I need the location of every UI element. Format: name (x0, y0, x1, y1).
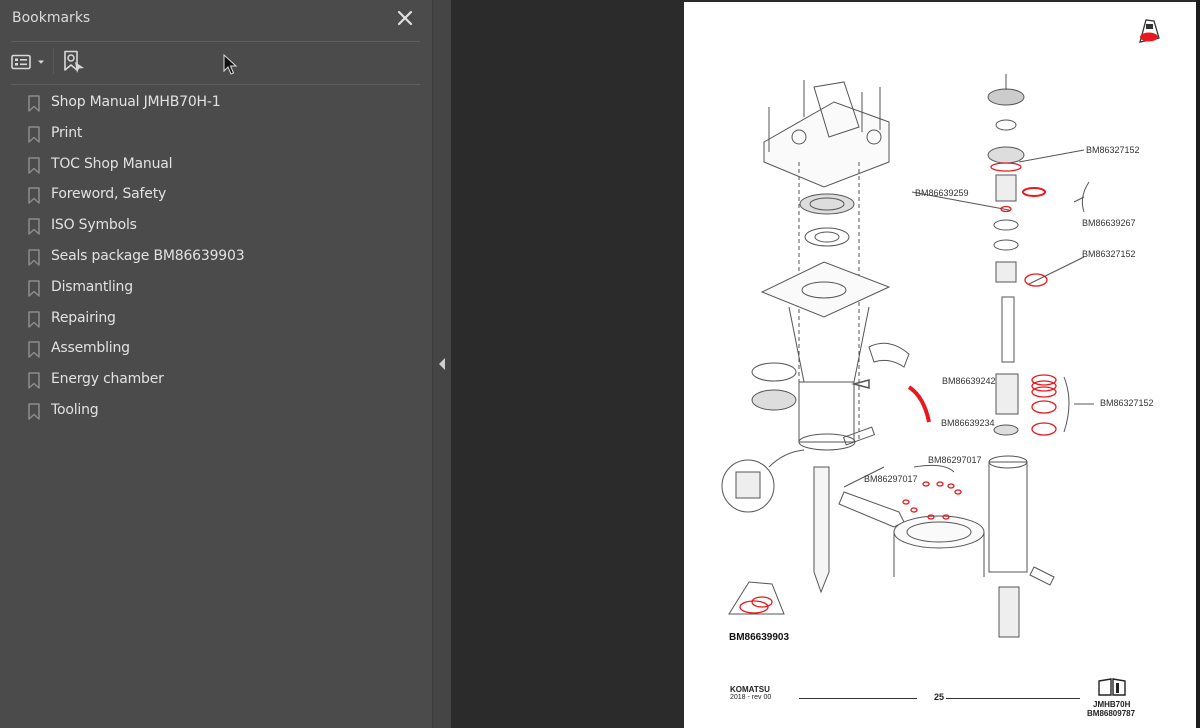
bookmark-item[interactable]: Repairing (0, 304, 432, 335)
mouse-cursor-icon (223, 54, 237, 75)
bookmark-label: Seals package BM86639903 (51, 247, 245, 264)
bookmark-label: Shop Manual JMHB70H-1 (51, 94, 221, 110)
bookmark-label: Assembling (51, 340, 130, 357)
document-page: BM86327152 BM86639259 BM86639267 BM86327… (684, 2, 1196, 728)
find-current-bookmark-icon (64, 50, 84, 73)
bookmarks-panel: Bookmarks Shop Manual JMHB70H-1 Print TO… (0, 0, 432, 728)
bookmark-icon (28, 156, 40, 174)
collapse-panel-arrow-icon[interactable] (438, 357, 446, 371)
bookmark-item[interactable]: Print (0, 119, 432, 150)
bookmark-icon (28, 126, 40, 143)
bookmark-label: Foreword, Safety (51, 186, 167, 203)
bookmark-label: TOC Shop Manual (51, 155, 173, 172)
bookmark-item[interactable]: ISO Symbols (0, 211, 432, 242)
bookmark-icon (28, 310, 40, 328)
part-label: BM86327152 (1082, 249, 1136, 259)
find-current-bookmark-button[interactable] (63, 48, 89, 76)
chevron-down-icon (38, 60, 44, 64)
bookmark-item[interactable]: Foreword, Safety (0, 180, 432, 211)
bookmark-icon (28, 341, 40, 359)
header-divider (11, 41, 420, 42)
close-icon (397, 10, 413, 26)
part-label: BM86297017 (864, 474, 918, 484)
footer-doc-code: BM86809787 (1087, 709, 1136, 718)
toolbar-divider (53, 48, 54, 74)
bookmark-label: Dismantling (51, 278, 133, 295)
bookmark-icon (28, 95, 40, 112)
part-label: BM86297017 (928, 455, 982, 465)
close-panel-button[interactable] (396, 9, 414, 27)
bookmark-item[interactable]: Assembling (0, 334, 432, 365)
bookmark-label: Energy chamber (51, 371, 164, 388)
part-label: BM86327152 (1086, 145, 1140, 155)
bookmark-label: Print (51, 124, 83, 141)
bookmark-icon (28, 372, 40, 389)
manual-book-icon (1098, 678, 1126, 696)
bookmark-icon (28, 218, 40, 235)
bookmark-label: Repairing (51, 309, 116, 326)
bookmark-item[interactable]: TOC Shop Manual (0, 150, 432, 181)
bookmark-item[interactable]: Shop Manual JMHB70H-1 (0, 88, 432, 119)
footer-model: JMHB70H (1093, 700, 1131, 709)
part-label: BM86639267 (1082, 218, 1136, 228)
footer-brand: KOMATSU (730, 685, 770, 694)
part-label: BM86327152 (1100, 398, 1154, 408)
part-label: BM86639242 (942, 376, 996, 386)
footer-rule-right (962, 698, 1080, 699)
panel-title: Bookmarks (12, 10, 91, 26)
bookmark-item[interactable]: Dismantling (0, 273, 432, 304)
exploded-parts-drawing (721, 74, 1094, 638)
bookmark-icon (28, 187, 40, 205)
options-menu-button[interactable] (11, 48, 47, 76)
page-number: 25 (934, 692, 945, 702)
bookmark-item[interactable]: Energy chamber (0, 365, 432, 396)
bookmark-label: ISO Symbols (51, 217, 137, 234)
part-label: BM86639259 (915, 188, 969, 198)
bookmark-icon (28, 249, 40, 266)
toolbar-bottom-divider (11, 84, 420, 85)
bookmark-item[interactable]: Tooling (0, 396, 432, 427)
part-label: BM86639234 (941, 418, 995, 428)
footer-rule-left (799, 698, 917, 699)
footer-revision: 2018 - rev 00 (730, 694, 772, 701)
list-options-icon (11, 54, 31, 70)
bookmark-item[interactable]: Seals package BM86639903 (0, 242, 432, 273)
bookmark-label: Tooling (51, 401, 99, 418)
bookmark-list: Shop Manual JMHB70H-1 Print TOC Shop Man… (0, 88, 432, 427)
page-scroll-edge (1196, 0, 1200, 728)
bookmark-icon (28, 280, 40, 297)
seal-package-label: BM86639903 (729, 632, 790, 643)
bookmark-icon (28, 403, 40, 420)
